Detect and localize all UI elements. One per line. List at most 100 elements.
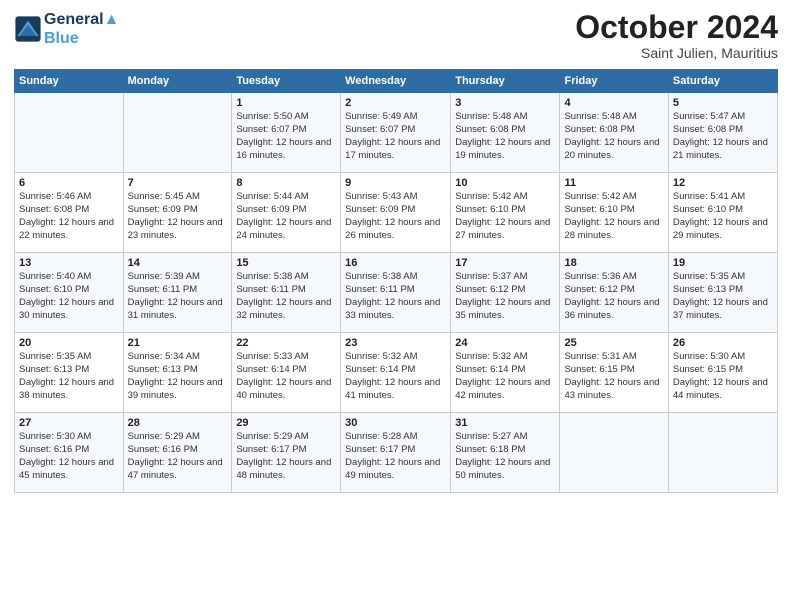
title-block: October 2024 Saint Julien, Mauritius	[575, 10, 778, 61]
logo: General▲ Blue	[14, 10, 119, 48]
day-number: 14	[128, 257, 228, 269]
day-info: Sunrise: 5:42 AM Sunset: 6:10 PM Dayligh…	[455, 191, 555, 242]
week-row-5: 27 Sunrise: 5:30 AM Sunset: 6:16 PM Dayli…	[15, 413, 778, 493]
calendar-cell: 4Sunrise: 5:48 AM Sunset: 6:08 PM Daylig…	[560, 93, 668, 173]
calendar-cell	[15, 93, 124, 173]
calendar-cell: 26 Sunrise: 5:30 AM Sunset: 6:15 PM Dayli…	[668, 333, 777, 413]
day-header-sunday: Sunday	[15, 70, 124, 93]
day-number: 12	[673, 177, 773, 189]
day-info: Sunrise: 5:48 AM Sunset: 6:08 PM Dayligh…	[564, 111, 663, 162]
day-number: 5	[673, 97, 773, 109]
calendar-cell: 15 Sunrise: 5:38 AM Sunset: 6:11 PM Dayli…	[232, 253, 341, 333]
day-info: Sunrise: 5:36 AM Sunset: 6:12 PM Dayligh…	[564, 271, 663, 322]
calendar-cell: 5 Sunrise: 5:47 AM Sunset: 6:08 PM Daylig…	[668, 93, 777, 173]
day-info: Sunrise: 5:38 AM Sunset: 6:11 PM Dayligh…	[236, 271, 336, 322]
page-container: General▲ Blue October 2024 Saint Julien,…	[0, 0, 792, 612]
calendar-cell: 12 Sunrise: 5:41 AM Sunset: 6:10 PM Dayli…	[668, 173, 777, 253]
day-info: Sunrise: 5:34 AM Sunset: 6:13 PM Dayligh…	[128, 351, 228, 402]
day-number: 29	[236, 417, 336, 429]
day-info: Sunrise: 5:35 AM Sunset: 6:13 PM Dayligh…	[673, 271, 773, 322]
day-number: 26	[673, 337, 773, 349]
day-number: 9	[345, 177, 446, 189]
calendar-cell: 7Sunrise: 5:45 AM Sunset: 6:09 PM Daylig…	[123, 173, 232, 253]
calendar-cell: 11Sunrise: 5:42 AM Sunset: 6:10 PM Dayli…	[560, 173, 668, 253]
day-info: Sunrise: 5:33 AM Sunset: 6:14 PM Dayligh…	[236, 351, 336, 402]
calendar-cell: 14 Sunrise: 5:39 AM Sunset: 6:11 PM Dayli…	[123, 253, 232, 333]
day-header-thursday: Thursday	[451, 70, 560, 93]
day-header-wednesday: Wednesday	[341, 70, 451, 93]
day-info: Sunrise: 5:46 AM Sunset: 6:08 PM Dayligh…	[19, 191, 119, 242]
day-info: Sunrise: 5:39 AM Sunset: 6:11 PM Dayligh…	[128, 271, 228, 322]
logo-icon	[14, 15, 42, 43]
day-info: Sunrise: 5:30 AM Sunset: 6:16 PM Dayligh…	[19, 431, 119, 482]
day-info: Sunrise: 5:32 AM Sunset: 6:14 PM Dayligh…	[345, 351, 446, 402]
calendar-cell: 25 Sunrise: 5:31 AM Sunset: 6:15 PM Dayli…	[560, 333, 668, 413]
day-number: 18	[564, 257, 663, 269]
calendar-cell: 18 Sunrise: 5:36 AM Sunset: 6:12 PM Dayli…	[560, 253, 668, 333]
calendar-cell: 19 Sunrise: 5:35 AM Sunset: 6:13 PM Dayli…	[668, 253, 777, 333]
calendar-cell: 24Sunrise: 5:32 AM Sunset: 6:14 PM Dayli…	[451, 333, 560, 413]
day-number: 25	[564, 337, 663, 349]
day-number: 19	[673, 257, 773, 269]
day-info: Sunrise: 5:41 AM Sunset: 6:10 PM Dayligh…	[673, 191, 773, 242]
day-info: Sunrise: 5:38 AM Sunset: 6:11 PM Dayligh…	[345, 271, 446, 322]
day-info: Sunrise: 5:29 AM Sunset: 6:17 PM Dayligh…	[236, 431, 336, 482]
day-number: 22	[236, 337, 336, 349]
day-info: Sunrise: 5:43 AM Sunset: 6:09 PM Dayligh…	[345, 191, 446, 242]
calendar-cell: 31 Sunrise: 5:27 AM Sunset: 6:18 PM Dayli…	[451, 413, 560, 493]
day-number: 3	[455, 97, 555, 109]
calendar-cell: 23 Sunrise: 5:32 AM Sunset: 6:14 PM Dayli…	[341, 333, 451, 413]
day-info: Sunrise: 5:27 AM Sunset: 6:18 PM Dayligh…	[455, 431, 555, 482]
month-title: October 2024	[575, 10, 778, 45]
day-info: Sunrise: 5:31 AM Sunset: 6:15 PM Dayligh…	[564, 351, 663, 402]
day-number: 15	[236, 257, 336, 269]
day-info: Sunrise: 5:28 AM Sunset: 6:17 PM Dayligh…	[345, 431, 446, 482]
day-info: Sunrise: 5:42 AM Sunset: 6:10 PM Dayligh…	[564, 191, 663, 242]
day-number: 7	[128, 177, 228, 189]
week-row-3: 13Sunrise: 5:40 AM Sunset: 6:10 PM Dayli…	[15, 253, 778, 333]
day-number: 13	[19, 257, 119, 269]
day-header-tuesday: Tuesday	[232, 70, 341, 93]
calendar-cell	[560, 413, 668, 493]
calendar-cell: 21 Sunrise: 5:34 AM Sunset: 6:13 PM Dayli…	[123, 333, 232, 413]
calendar-cell: 29 Sunrise: 5:29 AM Sunset: 6:17 PM Dayli…	[232, 413, 341, 493]
day-info: Sunrise: 5:32 AM Sunset: 6:14 PM Dayligh…	[455, 351, 555, 402]
day-number: 21	[128, 337, 228, 349]
week-row-1: 1Sunrise: 5:50 AM Sunset: 6:07 PM Daylig…	[15, 93, 778, 173]
day-number: 17	[455, 257, 555, 269]
day-header-monday: Monday	[123, 70, 232, 93]
header: General▲ Blue October 2024 Saint Julien,…	[14, 10, 778, 61]
calendar-cell: 17 Sunrise: 5:37 AM Sunset: 6:12 PM Dayli…	[451, 253, 560, 333]
calendar-cell: 16 Sunrise: 5:38 AM Sunset: 6:11 PM Dayli…	[341, 253, 451, 333]
day-info: Sunrise: 5:44 AM Sunset: 6:09 PM Dayligh…	[236, 191, 336, 242]
day-info: Sunrise: 5:35 AM Sunset: 6:13 PM Dayligh…	[19, 351, 119, 402]
day-number: 23	[345, 337, 446, 349]
calendar-cell: 3 Sunrise: 5:48 AM Sunset: 6:08 PM Daylig…	[451, 93, 560, 173]
calendar-cell: 30 Sunrise: 5:28 AM Sunset: 6:17 PM Dayli…	[341, 413, 451, 493]
day-header-saturday: Saturday	[668, 70, 777, 93]
day-number: 6	[19, 177, 119, 189]
day-info: Sunrise: 5:37 AM Sunset: 6:12 PM Dayligh…	[455, 271, 555, 322]
day-info: Sunrise: 5:49 AM Sunset: 6:07 PM Dayligh…	[345, 111, 446, 162]
calendar-cell: 13Sunrise: 5:40 AM Sunset: 6:10 PM Dayli…	[15, 253, 124, 333]
day-info: Sunrise: 5:30 AM Sunset: 6:15 PM Dayligh…	[673, 351, 773, 402]
day-info: Sunrise: 5:29 AM Sunset: 6:16 PM Dayligh…	[128, 431, 228, 482]
calendar-cell: 22 Sunrise: 5:33 AM Sunset: 6:14 PM Dayli…	[232, 333, 341, 413]
day-number: 8	[236, 177, 336, 189]
calendar-cell: 8 Sunrise: 5:44 AM Sunset: 6:09 PM Daylig…	[232, 173, 341, 253]
day-number: 16	[345, 257, 446, 269]
calendar-table: SundayMondayTuesdayWednesdayThursdayFrid…	[14, 69, 778, 493]
day-number: 2	[345, 97, 446, 109]
day-number: 10	[455, 177, 555, 189]
day-number: 31	[455, 417, 555, 429]
calendar-cell: 20Sunrise: 5:35 AM Sunset: 6:13 PM Dayli…	[15, 333, 124, 413]
week-row-2: 6 Sunrise: 5:46 AM Sunset: 6:08 PM Daylig…	[15, 173, 778, 253]
day-number: 27	[19, 417, 119, 429]
calendar-cell: 2 Sunrise: 5:49 AM Sunset: 6:07 PM Daylig…	[341, 93, 451, 173]
day-number: 1	[236, 97, 336, 109]
day-info: Sunrise: 5:48 AM Sunset: 6:08 PM Dayligh…	[455, 111, 555, 162]
day-info: Sunrise: 5:47 AM Sunset: 6:08 PM Dayligh…	[673, 111, 773, 162]
day-number: 30	[345, 417, 446, 429]
location-subtitle: Saint Julien, Mauritius	[575, 45, 778, 61]
calendar-cell: 28Sunrise: 5:29 AM Sunset: 6:16 PM Dayli…	[123, 413, 232, 493]
